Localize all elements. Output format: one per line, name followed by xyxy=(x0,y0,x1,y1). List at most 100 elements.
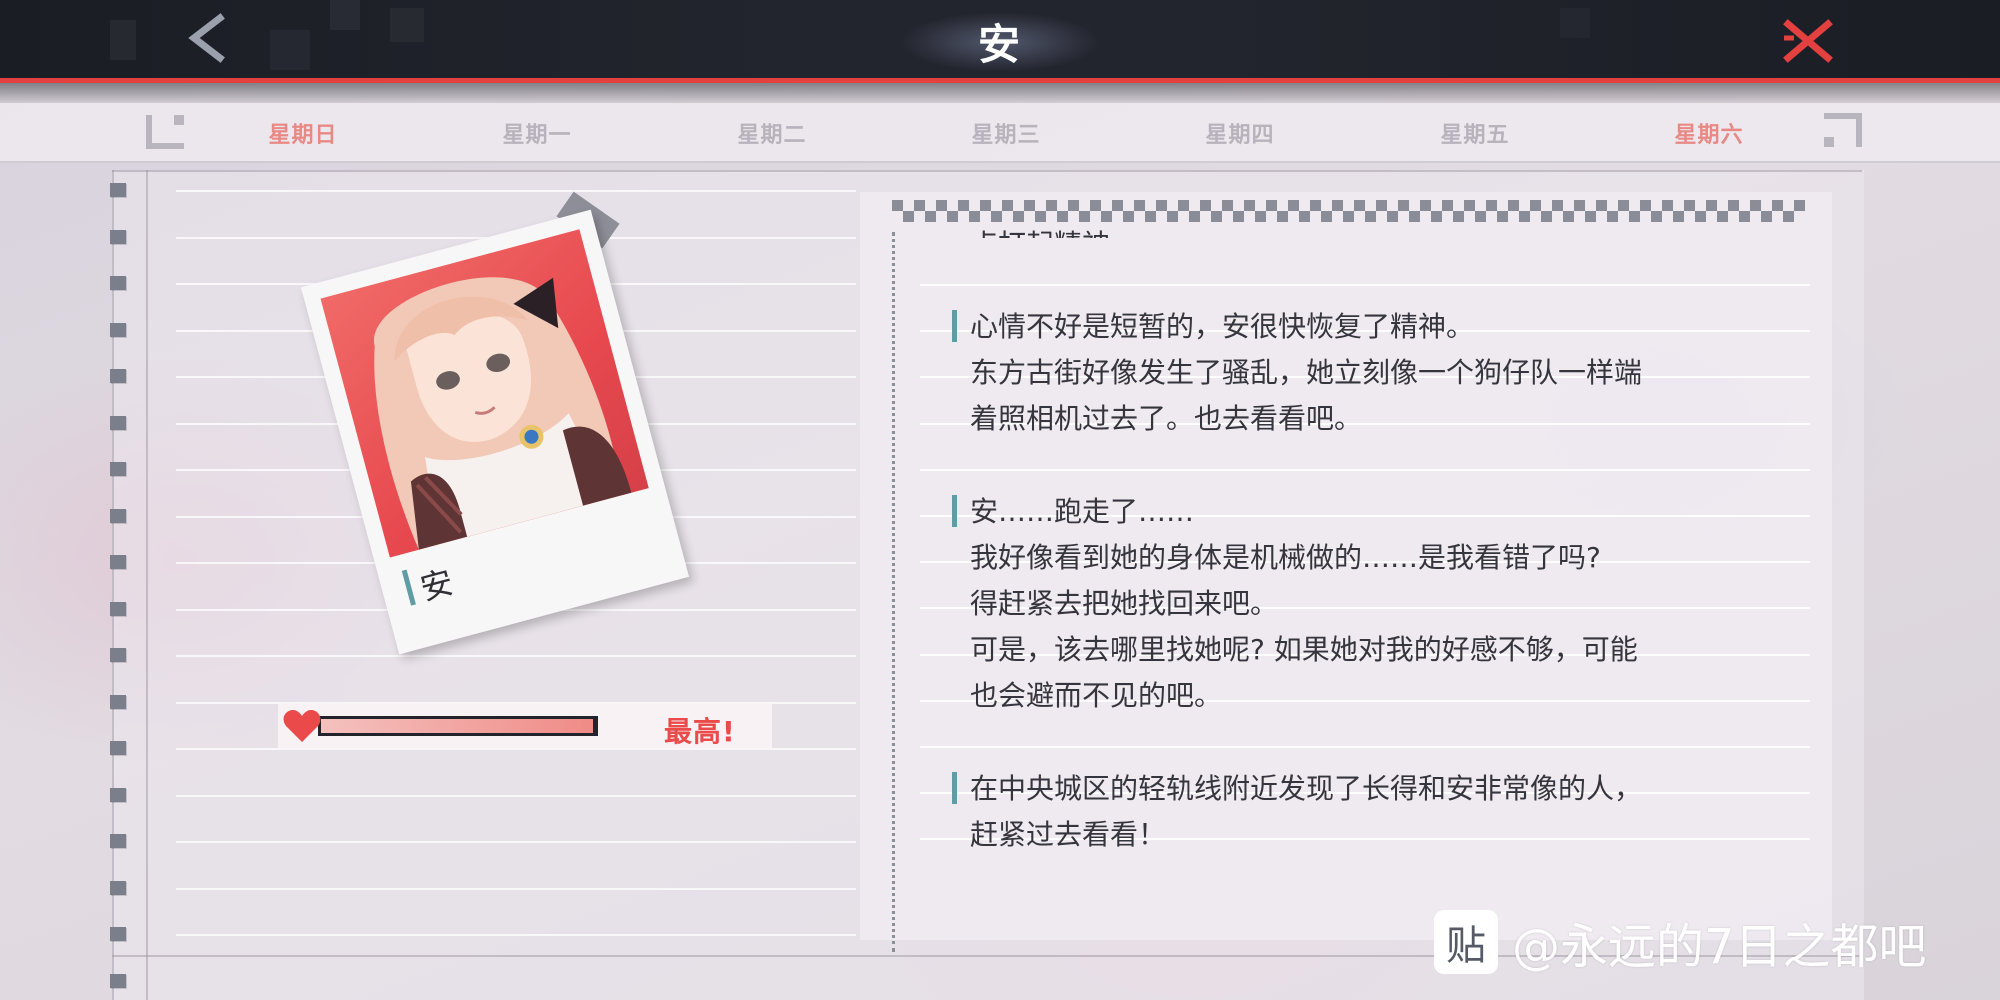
title-area: 安 xyxy=(900,6,1100,76)
checker-cell xyxy=(936,200,947,211)
checker-cell xyxy=(1420,200,1431,211)
binder-ring xyxy=(110,322,126,337)
checker-cell xyxy=(1277,211,1288,222)
checker-cell xyxy=(1519,211,1530,222)
checker-cell xyxy=(1101,211,1112,222)
checker-cell xyxy=(1563,211,1574,222)
checker-cell xyxy=(1541,211,1552,222)
weekday-saturday[interactable]: 星期六 xyxy=(1639,117,1779,149)
checker-cell xyxy=(1354,200,1365,211)
checker-cell xyxy=(1596,200,1607,211)
checker-cell xyxy=(1299,211,1310,222)
binder-ring xyxy=(110,369,126,383)
checker-cell xyxy=(1761,211,1772,222)
notebook-top-line xyxy=(112,170,1862,172)
portrait-art xyxy=(374,277,632,550)
binder-ring xyxy=(110,880,126,895)
checker-cell xyxy=(1013,211,1024,222)
watermark-text: @永远的7日之都吧 xyxy=(1512,919,1927,975)
tieba-logo: 贴 xyxy=(1434,910,1498,974)
checker-cell xyxy=(1365,211,1376,222)
diary-margin-line xyxy=(892,232,895,952)
page-title: 安 xyxy=(977,19,1022,69)
affection-level-label: 最高! xyxy=(664,715,736,748)
close-button[interactable] xyxy=(1780,14,1836,70)
diary-line: 心情不好是短暂的，安很快恢复了精神。 xyxy=(970,310,1475,343)
close-x-icon xyxy=(1783,19,1833,63)
diary-partial-line: 点打起精神。 xyxy=(970,222,1138,238)
checker-cell xyxy=(1728,200,1739,211)
checker-border xyxy=(892,200,1805,222)
checker-cell xyxy=(1123,211,1134,222)
binder-ring xyxy=(110,229,126,244)
diary-rule-line xyxy=(920,746,1810,748)
weekday-tuesday[interactable]: 星期二 xyxy=(702,117,842,149)
binder-ring xyxy=(110,276,126,290)
checker-cell xyxy=(1398,200,1409,211)
checker-cell xyxy=(1409,211,1420,222)
diary-line: 赶紧过去看看！ xyxy=(970,818,1167,851)
checker-cell xyxy=(1585,211,1596,222)
binder-ring xyxy=(110,415,126,430)
back-button[interactable] xyxy=(180,10,240,70)
checker-cell xyxy=(1739,211,1750,222)
checker-cell xyxy=(1222,200,1233,211)
heart-icon xyxy=(283,710,321,742)
checker-cell xyxy=(1178,200,1189,211)
diary-line: 着照相机过去了。也去看看吧。 xyxy=(970,402,1363,435)
notebook-spine xyxy=(146,170,148,1000)
checker-cell xyxy=(903,211,914,222)
diary-entry-1: 心情不好是短暂的，安很快恢复了精神。 东方古街好像发生了骚乱，她立刻像一个狗仔队… xyxy=(952,304,1642,442)
checker-cell xyxy=(1057,211,1068,222)
checker-cell xyxy=(1244,200,1255,211)
checker-cell xyxy=(969,211,980,222)
checker-cell xyxy=(1266,200,1277,211)
corner-bracket-left xyxy=(146,115,184,149)
checker-cell xyxy=(1651,211,1662,222)
checker-cell xyxy=(1156,200,1167,211)
weekday-wednesday[interactable]: 星期三 xyxy=(936,117,1076,149)
watermark: 贴 @永远的7日之都吧 xyxy=(1434,910,1927,975)
binder-ring xyxy=(110,834,126,848)
diary-panel[interactable]: 点打起精神。 心情不好是短暂的，安很快恢复了精神。 东方古街好像发生了骚乱，她立… xyxy=(860,192,1832,952)
weekday-friday[interactable]: 星期五 xyxy=(1405,117,1545,149)
diary-rule-line xyxy=(920,468,1810,471)
checker-cell xyxy=(958,200,969,211)
checker-cell xyxy=(1629,211,1640,222)
checker-cell xyxy=(1662,200,1673,211)
ruled-line xyxy=(176,190,856,192)
entry-marker xyxy=(952,495,957,527)
checker-cell xyxy=(1387,211,1398,222)
checker-cell xyxy=(1321,211,1332,222)
checker-cell xyxy=(1772,200,1783,211)
checker-cell xyxy=(1068,200,1079,211)
weekday-thursday[interactable]: 星期四 xyxy=(1170,117,1310,149)
caption-marker xyxy=(401,569,416,606)
diary-rule-line xyxy=(920,284,1810,286)
checker-cell xyxy=(1673,211,1684,222)
checker-cell xyxy=(1112,200,1123,211)
checker-cell xyxy=(1607,211,1618,222)
checker-cell xyxy=(1134,200,1145,211)
checker-cell xyxy=(1189,211,1200,222)
binder-ring xyxy=(110,741,126,755)
checker-cell xyxy=(1079,211,1090,222)
diary-line: 在中央城区的轻轨线附近发现了长得和安非常像的人， xyxy=(970,772,1643,805)
checker-cell xyxy=(1486,200,1497,211)
top-bar: 安 xyxy=(0,0,2000,83)
checker-cell xyxy=(1706,200,1717,211)
affection-meter: 最高! xyxy=(278,702,772,750)
checker-cell xyxy=(1684,200,1695,211)
checker-cell xyxy=(1035,211,1046,222)
checker-cell xyxy=(980,200,991,211)
diary-line: 我好像看到她的身体是机械做的……是我看错了吗? xyxy=(970,541,1601,574)
binder-ring xyxy=(110,694,126,709)
binder-ring xyxy=(110,927,126,941)
weekday-sunday[interactable]: 星期日 xyxy=(233,117,373,149)
binder-ring xyxy=(110,601,126,616)
weekday-monday[interactable]: 星期一 xyxy=(467,117,607,149)
ruled-line xyxy=(176,794,856,797)
checker-cell xyxy=(1090,200,1101,211)
checker-cell xyxy=(1233,211,1244,222)
checker-cell xyxy=(1002,200,1013,211)
